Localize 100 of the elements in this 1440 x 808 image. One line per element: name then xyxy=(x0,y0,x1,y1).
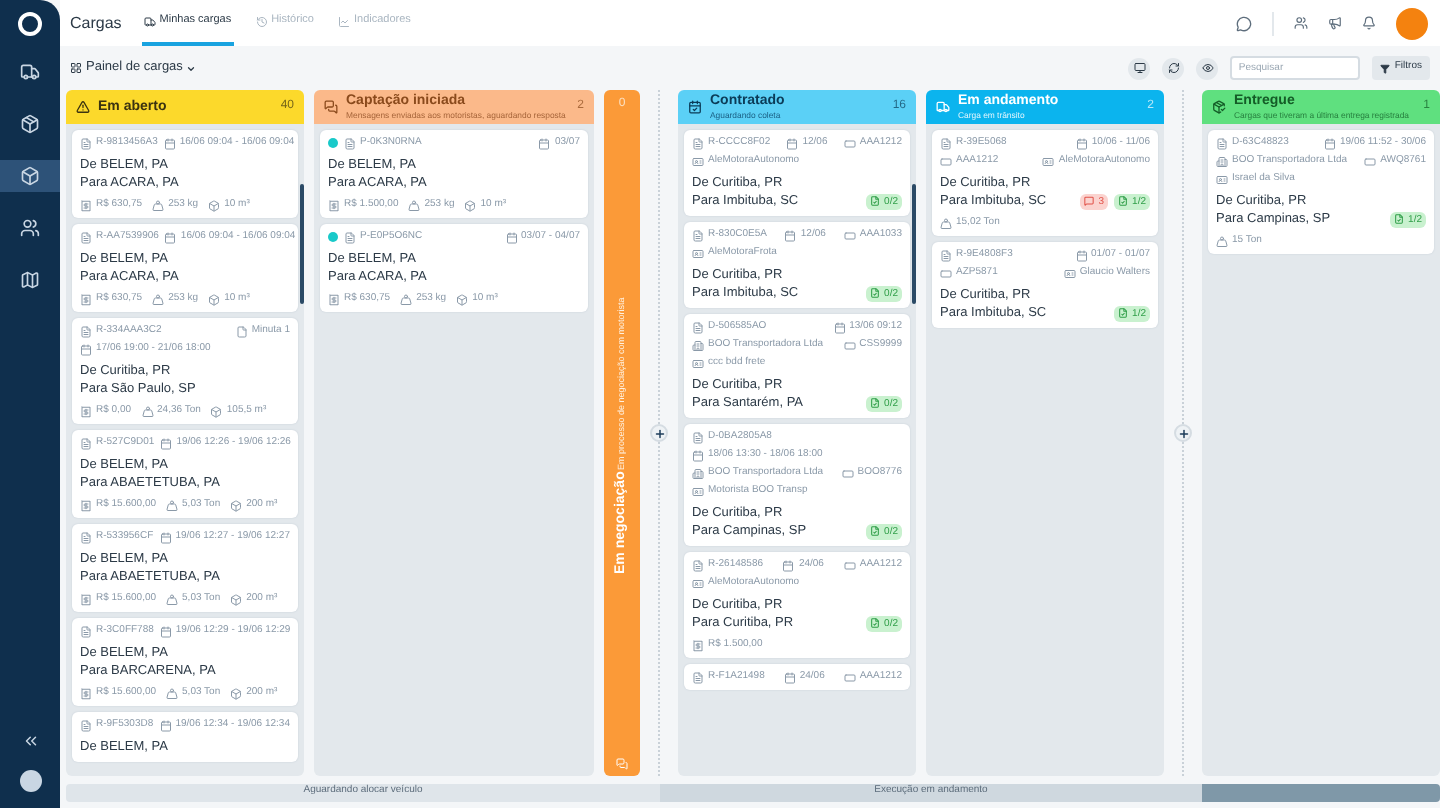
calendar-icon xyxy=(159,719,172,731)
calendar-icon xyxy=(164,231,177,243)
document-icon xyxy=(1216,137,1228,149)
document-icon xyxy=(235,325,248,337)
receipt-icon xyxy=(80,405,92,417)
document-icon xyxy=(1118,308,1129,318)
weight-icon xyxy=(166,687,179,699)
monitor-button[interactable] xyxy=(1128,57,1151,79)
document-icon xyxy=(870,398,881,408)
calendar-icon xyxy=(782,559,795,571)
document-icon xyxy=(1394,214,1405,224)
page-title: Cargas xyxy=(70,11,122,35)
receipt-icon xyxy=(692,639,704,651)
receipt-icon xyxy=(328,199,340,211)
calendar-icon xyxy=(783,671,796,683)
box-icon xyxy=(208,199,221,211)
weight-icon xyxy=(152,293,165,305)
grid-icon xyxy=(70,62,82,74)
plus-icon xyxy=(653,427,665,439)
weight-icon xyxy=(166,499,179,511)
weight-icon xyxy=(166,593,179,605)
document-icon xyxy=(80,137,92,149)
truck-icon xyxy=(143,15,156,27)
nav-button[interactable] xyxy=(0,160,60,192)
users-icon xyxy=(20,218,40,238)
view-button[interactable] xyxy=(1196,57,1219,79)
chat-icon xyxy=(616,758,628,770)
calendar-icon xyxy=(160,437,173,449)
document-icon xyxy=(80,325,92,337)
plate-icon xyxy=(940,155,952,167)
plus-icon xyxy=(1177,427,1189,439)
document-icon xyxy=(692,137,704,149)
document-icon xyxy=(692,559,704,571)
bell-icon[interactable] xyxy=(1362,16,1376,30)
document-icon xyxy=(870,288,881,298)
building-icon xyxy=(692,339,704,351)
document-icon xyxy=(344,231,356,243)
plate-icon xyxy=(1364,155,1377,167)
refresh-button[interactable] xyxy=(1162,57,1185,79)
receipt-icon xyxy=(80,499,92,511)
document-icon xyxy=(940,137,952,149)
calendar-icon xyxy=(688,100,702,114)
calendar-icon xyxy=(80,343,92,355)
plate-icon xyxy=(843,559,856,571)
document-icon xyxy=(80,531,92,543)
plate-icon xyxy=(843,137,856,149)
users-icon[interactable] xyxy=(1294,16,1308,30)
document-icon xyxy=(80,719,92,731)
document-icon xyxy=(1118,196,1129,206)
calendar-icon xyxy=(786,137,799,149)
calendar-icon xyxy=(538,137,551,149)
calendar-icon xyxy=(1075,249,1088,261)
collapse-icon[interactable] xyxy=(21,732,39,750)
map-icon xyxy=(20,270,40,290)
box-icon xyxy=(210,405,223,417)
plate-icon xyxy=(843,671,856,683)
box-icon xyxy=(464,199,477,211)
weight-icon xyxy=(152,199,165,211)
chart-icon xyxy=(337,15,350,27)
megaphone-icon[interactable] xyxy=(1328,16,1342,30)
avatar[interactable] xyxy=(19,770,41,792)
expand-handle[interactable] xyxy=(1174,424,1192,442)
document-icon xyxy=(80,231,92,243)
weight-icon xyxy=(408,199,421,211)
document-icon xyxy=(870,196,881,206)
receipt-icon xyxy=(328,293,340,305)
id-card-icon xyxy=(1042,155,1055,167)
document-icon xyxy=(344,137,356,149)
calendar-icon xyxy=(159,531,172,543)
receipt-icon xyxy=(80,687,92,699)
plate-icon xyxy=(843,339,856,351)
calendar-icon xyxy=(163,137,176,149)
scrollbar-thumb[interactable] xyxy=(912,184,916,304)
truck-icon xyxy=(20,62,40,82)
plate-icon xyxy=(940,267,952,279)
box-icon xyxy=(456,293,469,305)
weight-icon xyxy=(1216,235,1228,247)
box-icon xyxy=(230,687,243,699)
document-icon xyxy=(80,437,92,449)
caret-icon xyxy=(186,63,197,73)
plate-icon xyxy=(841,467,854,479)
chat-icon xyxy=(324,100,338,114)
chat-icon[interactable] xyxy=(1236,15,1252,31)
scrollbar-thumb[interactable] xyxy=(300,184,304,304)
message-icon xyxy=(1084,196,1095,206)
calendar-icon xyxy=(1324,137,1336,149)
id-card-icon xyxy=(692,485,704,497)
building-icon xyxy=(1216,155,1228,167)
box-icon xyxy=(230,499,243,511)
warning-icon xyxy=(76,100,90,114)
plate-icon xyxy=(843,229,856,241)
id-card-icon xyxy=(1216,173,1228,185)
calendar-icon xyxy=(1075,137,1088,149)
refresh-icon xyxy=(1167,62,1180,74)
document-icon xyxy=(692,431,704,443)
expand-handle[interactable] xyxy=(650,424,668,442)
eye-icon xyxy=(1201,62,1214,74)
calendar-icon xyxy=(505,231,518,243)
monitor-icon xyxy=(1133,62,1146,74)
filter-icon xyxy=(1380,63,1391,73)
